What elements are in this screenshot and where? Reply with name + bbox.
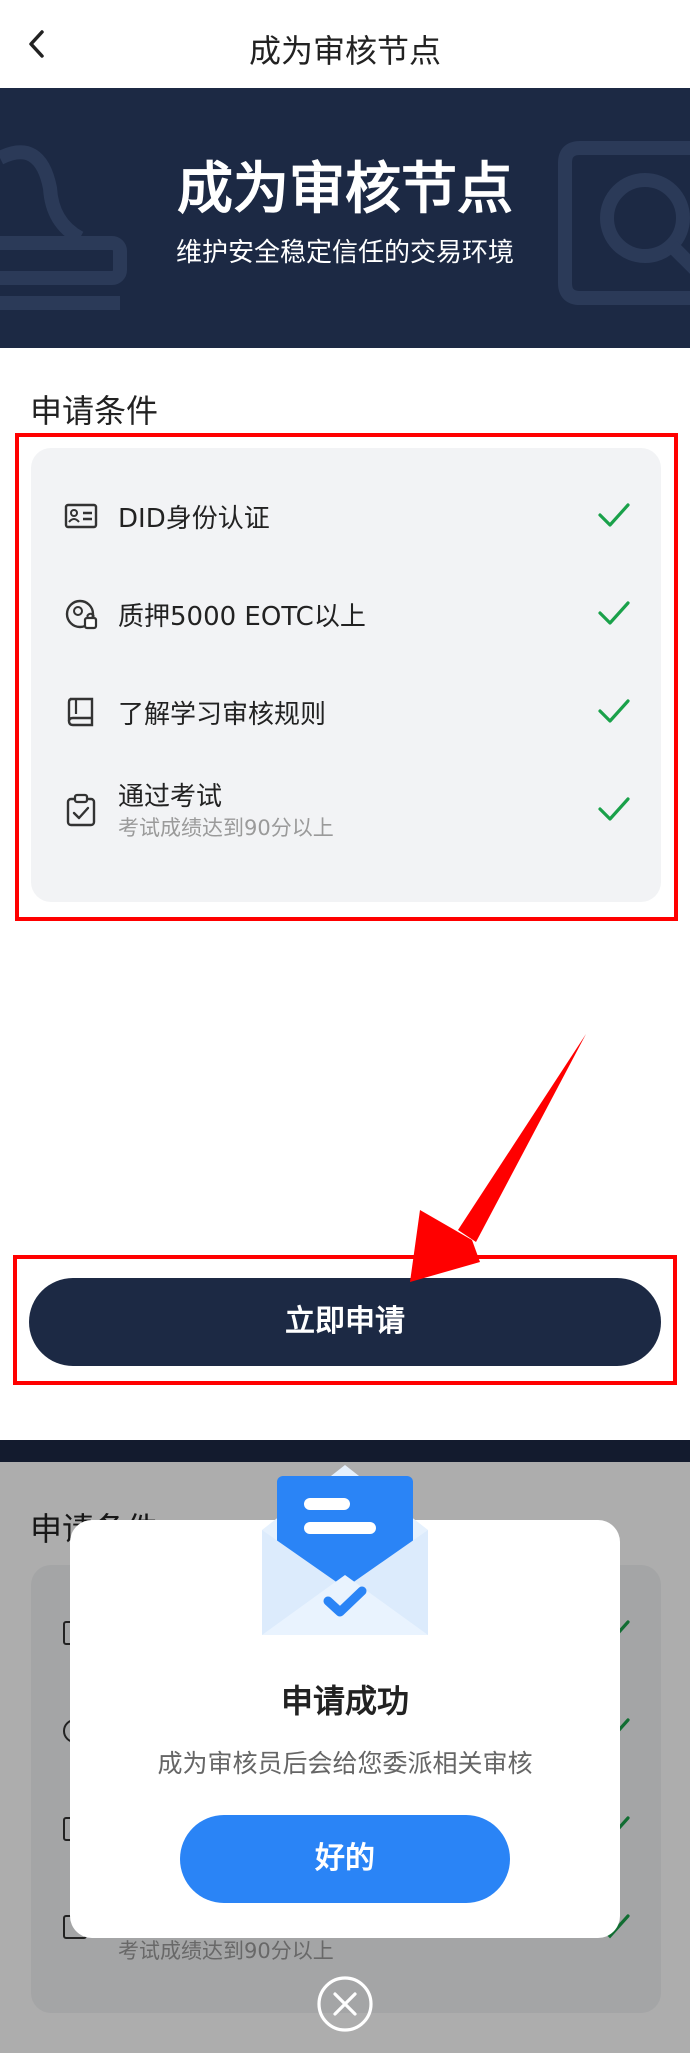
banner-title: 成为审核节点 <box>177 157 513 222</box>
nav-bar: 成为审核节点 <box>0 0 690 88</box>
dialog-title: 申请成功 <box>280 1682 409 1720</box>
conditions-title: 申请条件 <box>30 392 159 430</box>
banner-subtitle: 维护安全稳定信任的交易环境 <box>175 238 514 268</box>
ok-button[interactable]: 好的 <box>180 1815 510 1903</box>
close-icon[interactable] <box>316 1975 374 2033</box>
envelope-success-icon <box>262 1465 428 1635</box>
page: 成为审核节点 成为审核节点 维护安全稳定信任的交易环境 申请条件 DID身份认证… <box>0 0 690 2053</box>
highlight-box-conditions <box>15 433 678 921</box>
arrow-annotation-icon <box>410 1034 586 1282</box>
hero-banner: 成为审核节点 维护安全稳定信任的交易环境 <box>0 88 690 348</box>
dialog-message: 成为审核员后会给您委派相关审核 <box>157 1749 533 1778</box>
apply-button[interactable]: 立即申请 <box>29 1278 661 1366</box>
page-title: 成为审核节点 <box>248 32 441 70</box>
